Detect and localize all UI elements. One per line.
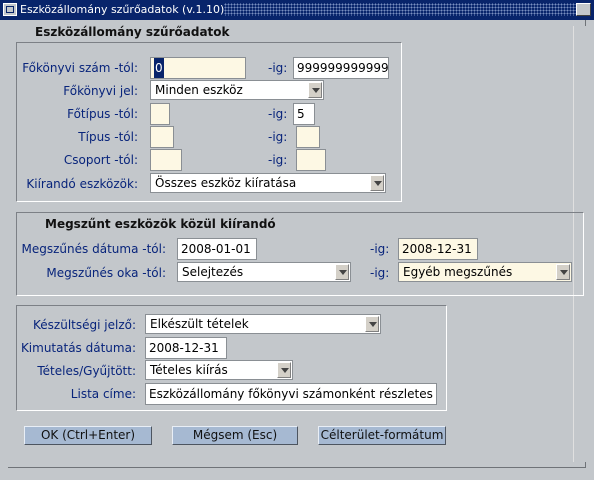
cancel-button[interactable]: Mégsem (Esc): [172, 426, 298, 445]
window-icon: [3, 3, 17, 16]
megszunes-datum-label: Megszűnés dátuma -tól:: [21, 242, 166, 256]
chevron-down-icon[interactable]: [556, 264, 570, 280]
lista-cime-label: Lista címe:: [70, 387, 136, 401]
csoport-from-input[interactable]: [150, 149, 182, 171]
section1-title: Eszközállomány szűrőadatok: [35, 25, 230, 39]
csoport-to-input[interactable]: [296, 149, 326, 171]
teteles-select[interactable]: Tételes kiírás: [145, 360, 293, 380]
kimutatas-datuma-input[interactable]: 2008-12-31: [145, 337, 227, 359]
tipus-to-label: -ig:: [268, 130, 288, 144]
fokonyvi-szam-label: Főkönyvi szám -tól:: [22, 61, 138, 75]
megszunes-ok-to-select[interactable]: Egyéb megszűnés: [398, 262, 572, 282]
chevron-down-icon[interactable]: [370, 175, 384, 191]
megszunes-datum-from-input[interactable]: 2008-01-01: [177, 238, 257, 260]
fotipus-from-input[interactable]: [150, 103, 170, 125]
chevron-down-icon[interactable]: [308, 82, 322, 98]
csoport-to-label: -ig:: [268, 153, 288, 167]
fokonyvi-jel-label: Főkönyvi jel:: [63, 84, 138, 98]
keszultsegi-label: Készültségi jelző:: [33, 318, 136, 332]
fokonyvi-jel-select[interactable]: Minden eszköz: [150, 80, 324, 100]
target-format-button[interactable]: Célterület-formátum: [318, 426, 446, 445]
fotipus-label: Főtípus -tól:: [67, 107, 138, 121]
ok-button[interactable]: OK (Ctrl+Enter): [24, 426, 152, 445]
title-bar[interactable]: Eszközállomány szűrőadatok (v.1.10): [0, 0, 594, 20]
teteles-label: Tételes/Gyűjtött:: [37, 364, 136, 378]
kiirando-label: Kiírandó eszközök:: [26, 177, 138, 191]
title-bar-pattern: [224, 3, 588, 16]
chevron-down-icon[interactable]: [335, 264, 349, 280]
kiirando-select[interactable]: Összes eszköz kiíratása: [150, 173, 386, 193]
megszunes-datum-to-input[interactable]: 2008-12-31: [398, 238, 478, 260]
csoport-label: Csoport -tól:: [63, 153, 138, 167]
fokonyvi-szam-to-input[interactable]: 999999999999: [293, 57, 389, 79]
chevron-down-icon[interactable]: [365, 316, 379, 332]
megszunes-ok-label: Megszűnés oka -tól:: [46, 266, 166, 280]
restore-button[interactable]: [576, 3, 591, 16]
megszunes-datum-to-label: -ig:: [370, 242, 390, 256]
tipus-label: Típus -tól:: [78, 130, 138, 144]
megszunes-ok-to-label: -ig:: [370, 266, 390, 280]
filter-dialog-window: Eszközállomány szűrőadatok (v.1.10) Eszk…: [0, 0, 594, 502]
megszunes-ok-from-select[interactable]: Selejtezés: [177, 262, 351, 282]
chevron-down-icon[interactable]: [277, 362, 291, 378]
fokonyvi-szam-from-input[interactable]: 0: [150, 57, 246, 79]
fotipus-to-label: -ig:: [268, 107, 288, 121]
fokonyvi-szam-to-label: -ig:: [268, 61, 288, 75]
tipus-from-input[interactable]: [150, 126, 174, 148]
lista-cime-input[interactable]: Eszközállomány főkönyvi számonként részl…: [145, 383, 437, 405]
window-title: Eszközállomány szűrőadatok (v.1.10): [20, 3, 225, 16]
fotipus-to-input[interactable]: 5: [293, 103, 315, 125]
keszultsegi-select[interactable]: Elkészült tételek: [145, 314, 381, 334]
tipus-to-input[interactable]: [296, 126, 320, 148]
section2-title: Megszűnt eszközök közül kiírandó: [45, 217, 276, 231]
bottom-area: [0, 480, 594, 502]
kimutatas-datuma-label: Kimutatás dátuma:: [20, 341, 136, 355]
